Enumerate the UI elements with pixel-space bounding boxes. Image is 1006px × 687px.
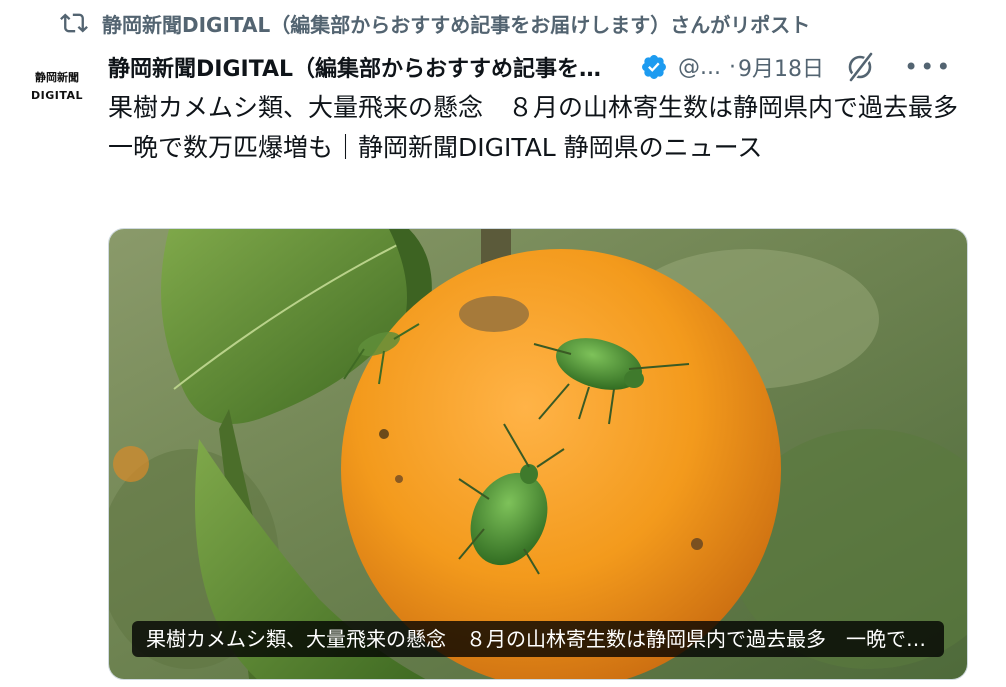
avatar[interactable]: 静岡新聞 DIGITAL xyxy=(22,62,92,108)
avatar-line2: DIGITAL xyxy=(30,88,84,102)
user-handle[interactable]: @... xyxy=(678,55,721,80)
tweet-text: 果樹カメムシ類、大量飛来の懸念 ８月の山林寄生数は静岡県内で過去最多 一晩で数万… xyxy=(108,93,984,162)
avatar-line1: 静岡新聞 xyxy=(35,70,79,84)
repost-indicator[interactable]: 静岡新聞DIGITAL（編集部からおすすめ記事をお届けします）さんがリポスト xyxy=(60,8,810,38)
grok-icon[interactable] xyxy=(844,51,876,83)
link-card[interactable]: 果樹カメムシ類、大量飛来の懸念 ８月の山林寄生数は静岡県内で過去最多 一晩で数万… xyxy=(108,228,968,680)
verified-badge-icon xyxy=(642,55,666,79)
article-photo xyxy=(109,229,967,679)
more-icon[interactable]: ••• xyxy=(904,53,952,81)
repost-icon xyxy=(60,13,88,33)
post-date[interactable]: 9月18日 xyxy=(738,51,824,83)
separator-dot: · xyxy=(728,54,736,80)
display-name[interactable]: 静岡新聞DIGITAL（編集部からおすすめ記事をお届けします） xyxy=(108,51,618,83)
repost-text: 静岡新聞DIGITAL（編集部からおすすめ記事をお届けします）さんがリポスト xyxy=(102,12,811,37)
tweet-header: 静岡新聞DIGITAL（編集部からおすすめ記事をお届けします） @... · 9… xyxy=(108,48,978,86)
card-caption: 果樹カメムシ類、大量飛来の懸念 ８月の山林寄生数は静岡県内で過去最多 一晩で数万… xyxy=(132,621,944,657)
